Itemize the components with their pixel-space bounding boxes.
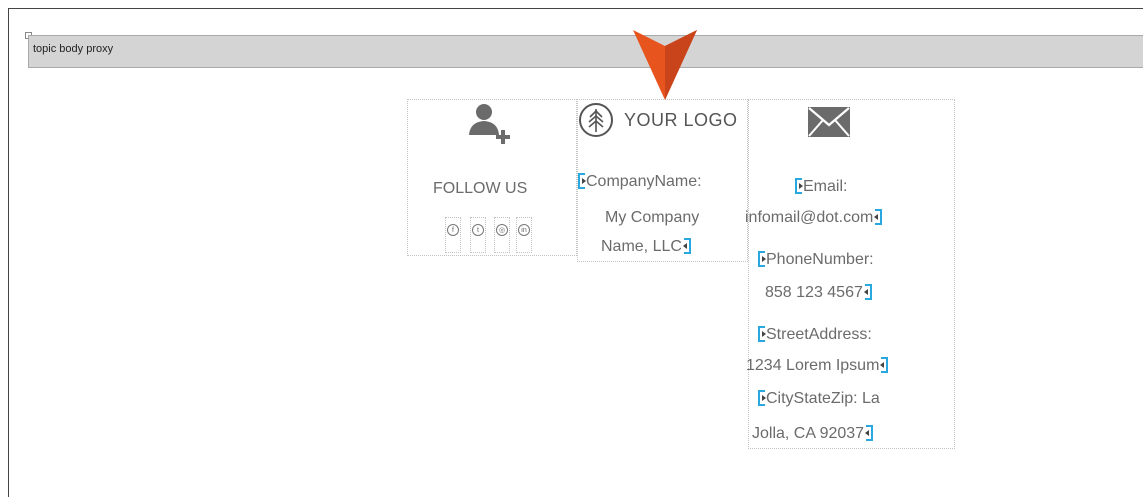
phone-value: 858 123 4567 <box>765 283 872 303</box>
follow-us-title: FOLLOW US <box>433 180 528 197</box>
social-cell-linkedin[interactable]: in <box>516 217 532 253</box>
logo-text: YOUR LOGO <box>624 110 738 130</box>
field-start-marker <box>758 390 766 406</box>
field-end-marker <box>863 284 872 300</box>
social-cell-twitter[interactable]: t <box>470 217 486 253</box>
twitter-icon[interactable]: t <box>472 224 484 236</box>
email-value: infomail@dot.com <box>745 208 883 228</box>
company-name-value-line2: Name, LLC <box>601 237 691 257</box>
field-end-marker <box>880 357 889 373</box>
social-cell-facebook[interactable]: f <box>445 217 461 253</box>
envelope-icon <box>808 107 850 137</box>
linkedin-icon[interactable]: in <box>518 224 530 236</box>
topic-body-proxy[interactable]: topic body proxy <box>28 35 1143 68</box>
company-name-value-line1: My Company <box>605 209 700 226</box>
company-name-label[interactable]: CompanyName: <box>578 172 702 192</box>
add-user-icon <box>469 104 510 144</box>
field-start-marker <box>578 173 586 189</box>
facebook-icon[interactable]: f <box>447 224 459 236</box>
city-label[interactable]: CityStateZip: La <box>758 389 880 409</box>
street-label[interactable]: StreetAddress: <box>758 325 872 345</box>
instagram-icon[interactable]: ◎ <box>496 224 508 236</box>
social-cell-instagram[interactable]: ◎ <box>494 217 510 253</box>
email-label[interactable]: Email: <box>795 177 847 197</box>
field-end-marker <box>874 209 883 225</box>
field-end-marker <box>865 425 874 441</box>
field-start-marker <box>758 326 766 342</box>
street-value: 1234 Lorem Ipsum <box>746 356 889 376</box>
field-end-marker <box>682 238 691 254</box>
city-value: Jolla, CA 92037 <box>752 424 874 444</box>
field-start-marker <box>795 178 803 194</box>
proxy-label: topic body proxy <box>33 43 114 55</box>
drop-marker-icon <box>633 30 697 100</box>
tree-logo-icon <box>579 103 613 137</box>
phone-label[interactable]: PhoneNumber: <box>758 250 874 270</box>
field-start-marker <box>758 251 766 267</box>
